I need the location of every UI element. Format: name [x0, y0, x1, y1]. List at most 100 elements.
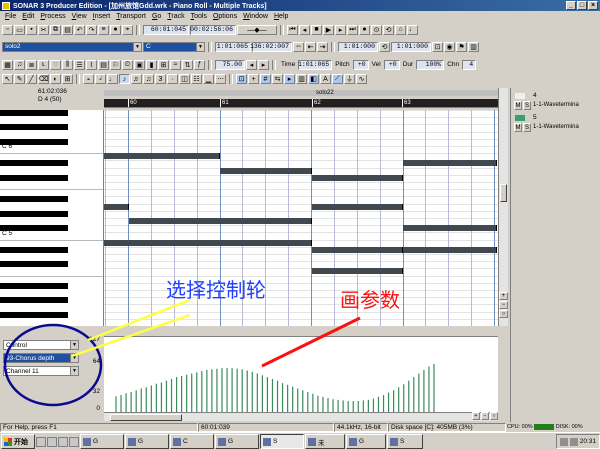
drum-map-icon[interactable]: ◫ [179, 74, 190, 84]
half-note-icon[interactable]: 𝅗𝅥 [95, 74, 106, 84]
track-output[interactable]: 1-1-Wavetermina [533, 124, 579, 130]
maximize-button[interactable]: □ [577, 1, 587, 10]
black-key[interactable] [0, 124, 68, 131]
new-file-icon[interactable]: ▫ [2, 24, 13, 35]
quarter-note-icon[interactable]: ♩ [107, 74, 118, 84]
select-tool-icon[interactable]: ↖ [2, 74, 13, 84]
zoom-in-horizontal-icon[interactable]: + [472, 412, 480, 420]
midi-note[interactable] [104, 153, 221, 160]
taskbar-task[interactable]: G [125, 434, 169, 449]
piano-keyboard[interactable]: C 6 C 5 [0, 110, 104, 326]
midi-note[interactable] [104, 203, 129, 210]
note-names-icon[interactable]: A [320, 74, 331, 84]
loop-end-field[interactable]: 1:01:000 [391, 41, 431, 52]
paste-icon[interactable]: ▤ [62, 24, 73, 35]
quicklaunch-media-icon[interactable] [58, 436, 68, 447]
black-key[interactable] [0, 174, 68, 181]
track-select-combo[interactable]: solo2 ▼ [2, 41, 142, 52]
taskbar-task[interactable]: S [387, 434, 423, 449]
sysx-view-icon[interactable]: ▤ [98, 59, 109, 70]
grid-toggle-icon[interactable]: # [260, 74, 271, 84]
position-slider-icon[interactable]: —◆— [237, 24, 277, 35]
black-key[interactable] [0, 311, 68, 318]
inline-icon[interactable]: ⋯ [215, 74, 226, 84]
punch-in-icon[interactable]: ◉ [444, 41, 455, 52]
clock[interactable]: 20:31 [580, 438, 596, 445]
now-time-field[interactable]: 1:01:065 [215, 41, 251, 52]
big-time-icon[interactable]: ⏲ [122, 59, 133, 70]
select-to-icon[interactable]: ⇥ [317, 41, 328, 52]
scrub-tool-icon[interactable]: ◐ [50, 74, 61, 84]
show-controllers-icon[interactable]: ▁ [203, 74, 214, 84]
menu-file[interactable]: File [2, 13, 19, 20]
close-button[interactable]: × [588, 1, 598, 10]
midi-note[interactable] [403, 246, 498, 253]
midi-note[interactable] [311, 174, 404, 181]
black-key[interactable] [0, 196, 68, 203]
taskbar-task[interactable]: C [170, 434, 214, 449]
fast-forward-icon[interactable]: ⏭ [347, 24, 358, 35]
meter-view-icon[interactable]: ▮ [146, 59, 157, 70]
event-list-icon[interactable]: ≣ [26, 59, 37, 70]
groove-icon[interactable]: ≈ [170, 59, 181, 70]
menu-insert[interactable]: Insert [90, 13, 114, 20]
black-key[interactable] [0, 110, 68, 116]
menu-transport[interactable]: Transport [113, 13, 149, 20]
quicklaunch-app-icon[interactable] [69, 436, 79, 447]
draw-tool-icon[interactable]: ✎ [14, 74, 25, 84]
record-arm-icon[interactable]: ● [110, 24, 121, 35]
follow-icon[interactable]: ▸ [284, 74, 295, 84]
taskbar-task[interactable]: G [215, 434, 259, 449]
black-key[interactable] [0, 160, 68, 167]
punch-icon[interactable]: ⌂ [395, 24, 406, 35]
mute-button[interactable]: M [514, 101, 522, 110]
menu-view[interactable]: View [69, 13, 90, 20]
triplet-icon[interactable]: 3 [155, 74, 166, 84]
controller-param-combo[interactable]: 93-Chorus depth ▼ [3, 353, 79, 363]
velocity-tail-icon[interactable]: ⟋ [332, 74, 343, 84]
lyrics-view-icon[interactable]: ʟ [38, 59, 49, 70]
wave-icon[interactable]: ∿ [356, 74, 367, 84]
loop-view-icon[interactable]: ◌ [50, 59, 61, 70]
pick-tracks-icon[interactable]: ☷ [191, 74, 202, 84]
controller-channel-combo[interactable]: Channel 11 ▼ [3, 366, 79, 376]
open-folder-icon[interactable]: ▭ [14, 24, 25, 35]
stop-icon[interactable]: ■ [311, 24, 322, 35]
key-select-combo[interactable]: C ▼ [143, 41, 205, 52]
vertical-scrollbar[interactable] [498, 88, 508, 326]
marker-icon[interactable]: ⚑ [456, 41, 467, 52]
step-back-icon[interactable]: ◂ [299, 24, 310, 35]
midi-note[interactable] [403, 160, 498, 167]
channel-field[interactable]: 4 [462, 59, 477, 70]
pitch-field[interactable]: +0 [352, 59, 369, 70]
velocity-field[interactable]: +0 [383, 59, 400, 70]
step-forward-icon[interactable]: ▸ [335, 24, 346, 35]
controller-pane[interactable] [104, 336, 498, 412]
midi-note[interactable] [311, 203, 404, 210]
line-tool-icon[interactable]: ╱ [26, 74, 37, 84]
menu-track[interactable]: Track [164, 13, 187, 20]
taskbar-task-active[interactable]: S [260, 434, 304, 449]
midi-note[interactable] [311, 268, 404, 275]
cut-icon[interactable]: ✂ [38, 24, 49, 35]
midi-note[interactable] [104, 239, 312, 246]
tempo-up-icon[interactable]: ▸ [258, 59, 269, 70]
staff-view-icon[interactable]: ♫ [14, 59, 25, 70]
zoom-out-horizontal-icon[interactable]: − [481, 412, 489, 420]
whole-note-icon[interactable]: 𝅝 [83, 74, 94, 84]
scroll-thumb[interactable] [500, 184, 507, 202]
menu-edit[interactable]: Edit [19, 13, 37, 20]
dotted-icon[interactable]: · [167, 74, 178, 84]
rewind-icon[interactable]: ⏮ [287, 24, 298, 35]
note-grid[interactable] [104, 110, 498, 326]
snap-grid-icon[interactable]: ⊞ [62, 74, 73, 84]
menu-options[interactable]: Options [210, 13, 240, 20]
eighth-note-icon[interactable]: ♪ [119, 74, 130, 84]
track-row[interactable]: 5 M S 1-1-Wavetermina [511, 114, 600, 134]
tempo-view-icon[interactable]: ⌇ [86, 59, 97, 70]
quicklaunch-desktop-icon[interactable] [47, 436, 57, 447]
marker-label[interactable]: solo22 [316, 90, 334, 96]
loop-toggle-icon[interactable]: ⟲ [379, 41, 390, 52]
zoom-in-vertical-icon[interactable]: + [499, 292, 508, 300]
zoom-out-vertical-icon[interactable]: − [499, 301, 508, 309]
